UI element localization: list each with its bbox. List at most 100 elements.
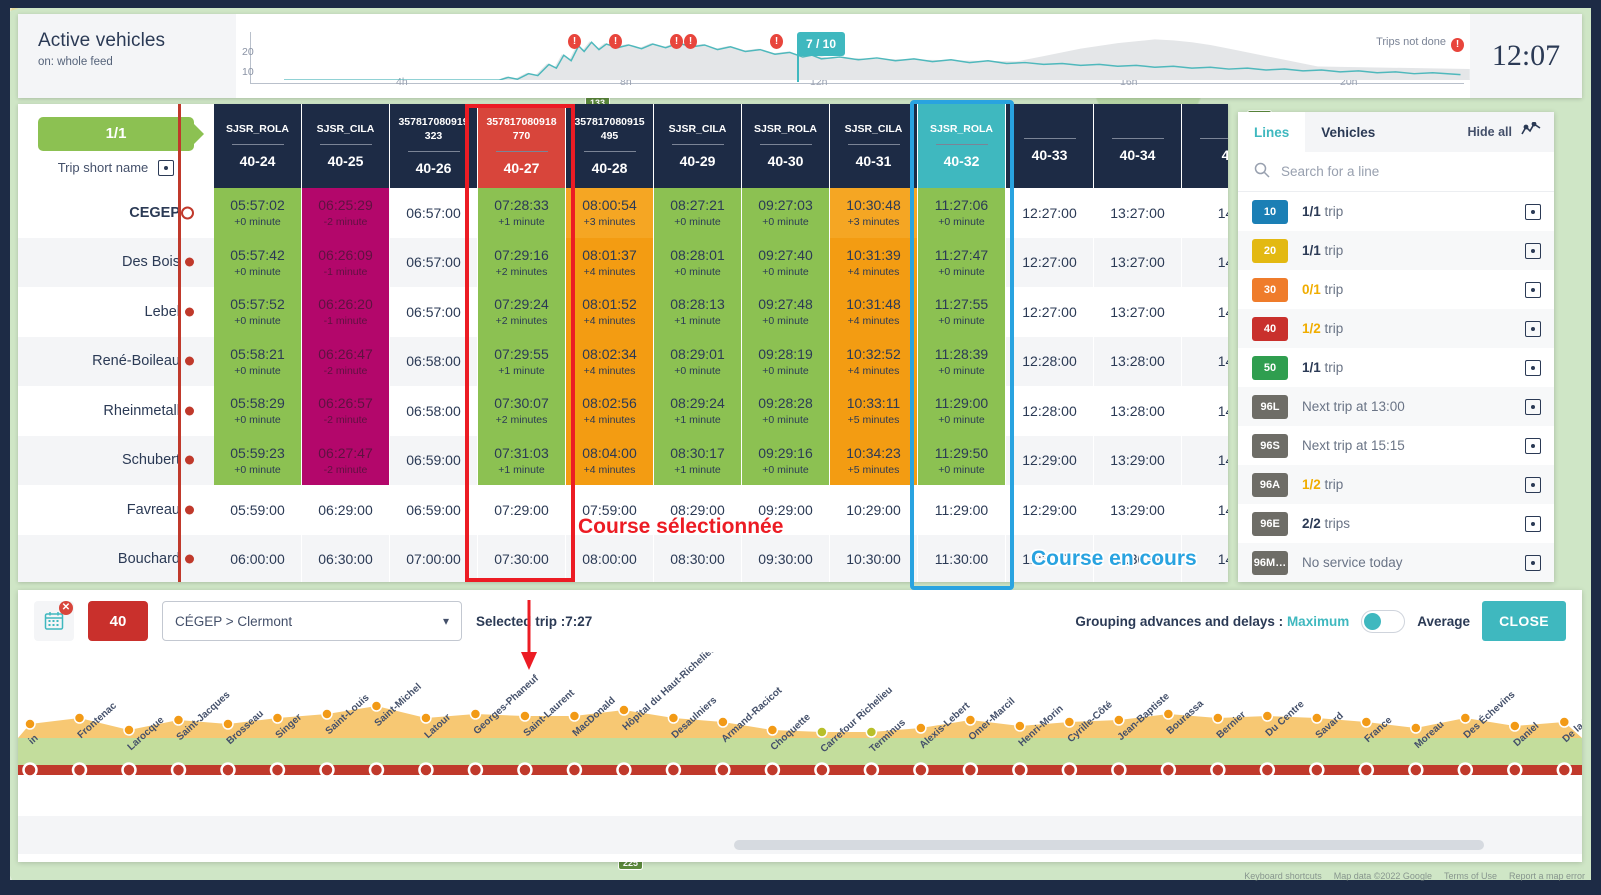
profile-stop-marker[interactable] — [1212, 712, 1224, 724]
schedule-cell[interactable]: 10:31:39 +4 minutes — [830, 237, 918, 287]
trip-column-header-4[interactable]: 4 — [1182, 104, 1228, 188]
schedule-cell[interactable]: 06:30:00 — [302, 534, 390, 582]
stop-name-cell[interactable]: CEGEP — [18, 188, 214, 238]
schedule-cell[interactable]: 06:26:47 -2 minute — [302, 336, 390, 386]
route-stop-marker[interactable] — [1358, 762, 1375, 778]
route-stop-marker[interactable] — [962, 762, 979, 778]
schedule-cell[interactable]: 07:00:00 — [390, 534, 478, 582]
schedule-cell[interactable]: 06:58:00 — [390, 336, 478, 386]
alert-marker-0[interactable]: ! — [568, 34, 581, 49]
profile-stop-marker[interactable] — [1509, 720, 1521, 732]
list-item[interactable]: 10 1/1 trip — [1238, 192, 1554, 231]
trip-short-name-row[interactable]: Trip short name — [58, 159, 175, 176]
profile-stop-marker[interactable] — [964, 714, 977, 726]
line-badge-40[interactable]: 40 — [88, 601, 148, 641]
trip-column-header-40-25[interactable]: SJSR_CILA 40-25 — [302, 104, 390, 188]
route-stop-marker[interactable] — [1111, 762, 1127, 778]
trip-column-header-40-26[interactable]: 357817080919 323 40-26 — [390, 104, 478, 188]
schedule-cell[interactable]: 11:29:00 +0 minute — [918, 386, 1006, 436]
profile-stop-marker[interactable] — [123, 724, 135, 736]
stop-name-cell[interactable]: Rheinmetall — [18, 386, 214, 436]
schedule-cell[interactable]: 07:29:00 — [478, 485, 566, 535]
alert-marker-4[interactable]: ! — [770, 34, 783, 49]
list-item[interactable]: 96A 1/2 trip — [1238, 465, 1554, 504]
schedule-cell[interactable]: 11:30:00 — [918, 534, 1006, 582]
route-stop-marker[interactable] — [1012, 762, 1028, 778]
profile-stop-marker[interactable] — [1311, 712, 1323, 724]
profile-stop-marker[interactable] — [568, 710, 581, 722]
route-stop-marker[interactable] — [1160, 762, 1177, 778]
schedule-cell[interactable]: 06:58:00 — [390, 386, 478, 436]
profile-stop-marker[interactable] — [73, 712, 86, 724]
schedule-cell[interactable]: 06:29:00 — [302, 485, 390, 535]
schedule-cell[interactable]: 10:32:52 +4 minutes — [830, 336, 918, 386]
schedule-cell[interactable]: 13:29:00 — [1094, 435, 1182, 485]
schedule-cell[interactable]: 14 — [1182, 337, 1228, 387]
schedule-cell[interactable]: 10:31:48 +4 minutes — [830, 287, 918, 337]
grouping-alt-label[interactable]: Average — [1417, 614, 1470, 629]
schedule-cell[interactable]: 06:26:09 -1 minute — [302, 237, 390, 287]
schedule-cell[interactable]: 07:28:33 +1 minute — [478, 188, 566, 238]
schedule-cell[interactable]: 08:04:00 +4 minutes — [566, 435, 654, 485]
time-cursor-label[interactable]: 7 / 10 — [797, 32, 846, 56]
schedule-cell[interactable]: 11:27:55 +0 minute — [918, 287, 1006, 337]
schedule-cell[interactable]: 06:57:00 — [390, 287, 478, 337]
line-visibility-toggle[interactable] — [1525, 554, 1541, 571]
schedule-cell[interactable]: 14 — [1182, 386, 1228, 436]
schedule-cell[interactable]: 05:57:42 +0 minute — [214, 237, 302, 287]
schedule-cell[interactable]: 12:29:00 — [1006, 485, 1094, 535]
profile-stop-marker[interactable] — [469, 708, 482, 720]
profile-stop-marker[interactable] — [370, 700, 383, 712]
schedule-cell[interactable]: 05:57:52 +0 minute — [214, 287, 302, 337]
schedule-cell[interactable]: 09:28:19 +0 minute — [742, 336, 830, 386]
route-stop-marker[interactable] — [1408, 762, 1424, 778]
schedule-cell[interactable]: 08:30:17 +1 minute — [654, 435, 742, 485]
schedule-cell[interactable]: 12:27:00 — [1006, 287, 1094, 337]
profile-stop-marker[interactable] — [1063, 716, 1076, 728]
profile-stop-marker[interactable] — [618, 704, 630, 716]
route-stop-marker[interactable] — [71, 762, 88, 778]
schedule-cell[interactable]: 14 — [1182, 287, 1228, 337]
route-stop-marker[interactable] — [863, 762, 880, 778]
schedule-cell[interactable]: 11:29:50 +0 minute — [918, 435, 1006, 485]
schedule-cell[interactable]: 12:27:00 — [1006, 188, 1094, 238]
schedule-cell[interactable]: 06:57:00 — [390, 237, 478, 287]
schedule-cell[interactable]: 13:27:00 — [1094, 237, 1182, 287]
alert-marker-3[interactable]: ! — [684, 34, 697, 49]
route-stop-marker[interactable] — [1507, 762, 1523, 778]
profile-stop-marker[interactable] — [1113, 714, 1125, 726]
profile-stop-marker[interactable] — [1558, 716, 1571, 728]
profile-stop-marker[interactable] — [667, 712, 680, 724]
route-stop-marker[interactable] — [418, 762, 434, 778]
profile-stop-marker[interactable] — [519, 710, 531, 722]
profile-stop-marker[interactable] — [24, 718, 36, 730]
list-item[interactable]: 30 0/1 trip — [1238, 270, 1554, 309]
line-badge[interactable]: 96L — [1252, 394, 1288, 419]
attrib-2[interactable]: Terms of Use — [1444, 871, 1497, 881]
schedule-cell[interactable]: 08:00:00 — [566, 534, 654, 582]
schedule-cell[interactable]: 06:26:57 -2 minute — [302, 386, 390, 436]
route-stop-marker[interactable] — [368, 762, 385, 778]
schedule-cell[interactable]: 08:00:54 +3 minutes — [566, 188, 654, 238]
schedule-cell[interactable]: 13:29:00 — [1094, 485, 1182, 535]
trip-column-header-40-29[interactable]: SJSR_CILA 40-29 — [654, 104, 742, 188]
route-stop-marker[interactable] — [170, 762, 187, 778]
route-stop-marker[interactable] — [566, 762, 583, 778]
schedule-cell[interactable]: 10:30:00 — [830, 534, 918, 582]
schedule-cell[interactable]: 12:28:00 — [1006, 336, 1094, 386]
lines-panel[interactable]: Lines Vehicles Hide all Search for a lin… — [1238, 112, 1554, 582]
schedule-cell[interactable]: 08:01:52 +4 minutes — [566, 287, 654, 337]
route-stop-marker[interactable] — [220, 762, 236, 778]
schedule-cell[interactable]: 12:27:00 — [1006, 237, 1094, 287]
route-stop-marker[interactable] — [665, 762, 682, 778]
schedule-cell[interactable]: 07:29:24 +2 minutes — [478, 287, 566, 337]
line-badge[interactable]: 50 — [1252, 355, 1288, 380]
schedule-cell[interactable]: 09:28:28 +0 minute — [742, 386, 830, 436]
stop-name-cell[interactable]: Lebel — [18, 287, 214, 337]
profile-stop-marker[interactable] — [1360, 716, 1373, 728]
schedule-cell[interactable]: 11:27:47 +0 minute — [918, 237, 1006, 287]
stop-name-cell[interactable]: Schubert — [18, 436, 214, 486]
schedule-cell[interactable]: 12:29:00 — [1006, 435, 1094, 485]
schedule-cell[interactable]: 08:27:21 +0 minute — [654, 188, 742, 238]
schedule-cell[interactable]: 07:30:00 — [478, 534, 566, 582]
